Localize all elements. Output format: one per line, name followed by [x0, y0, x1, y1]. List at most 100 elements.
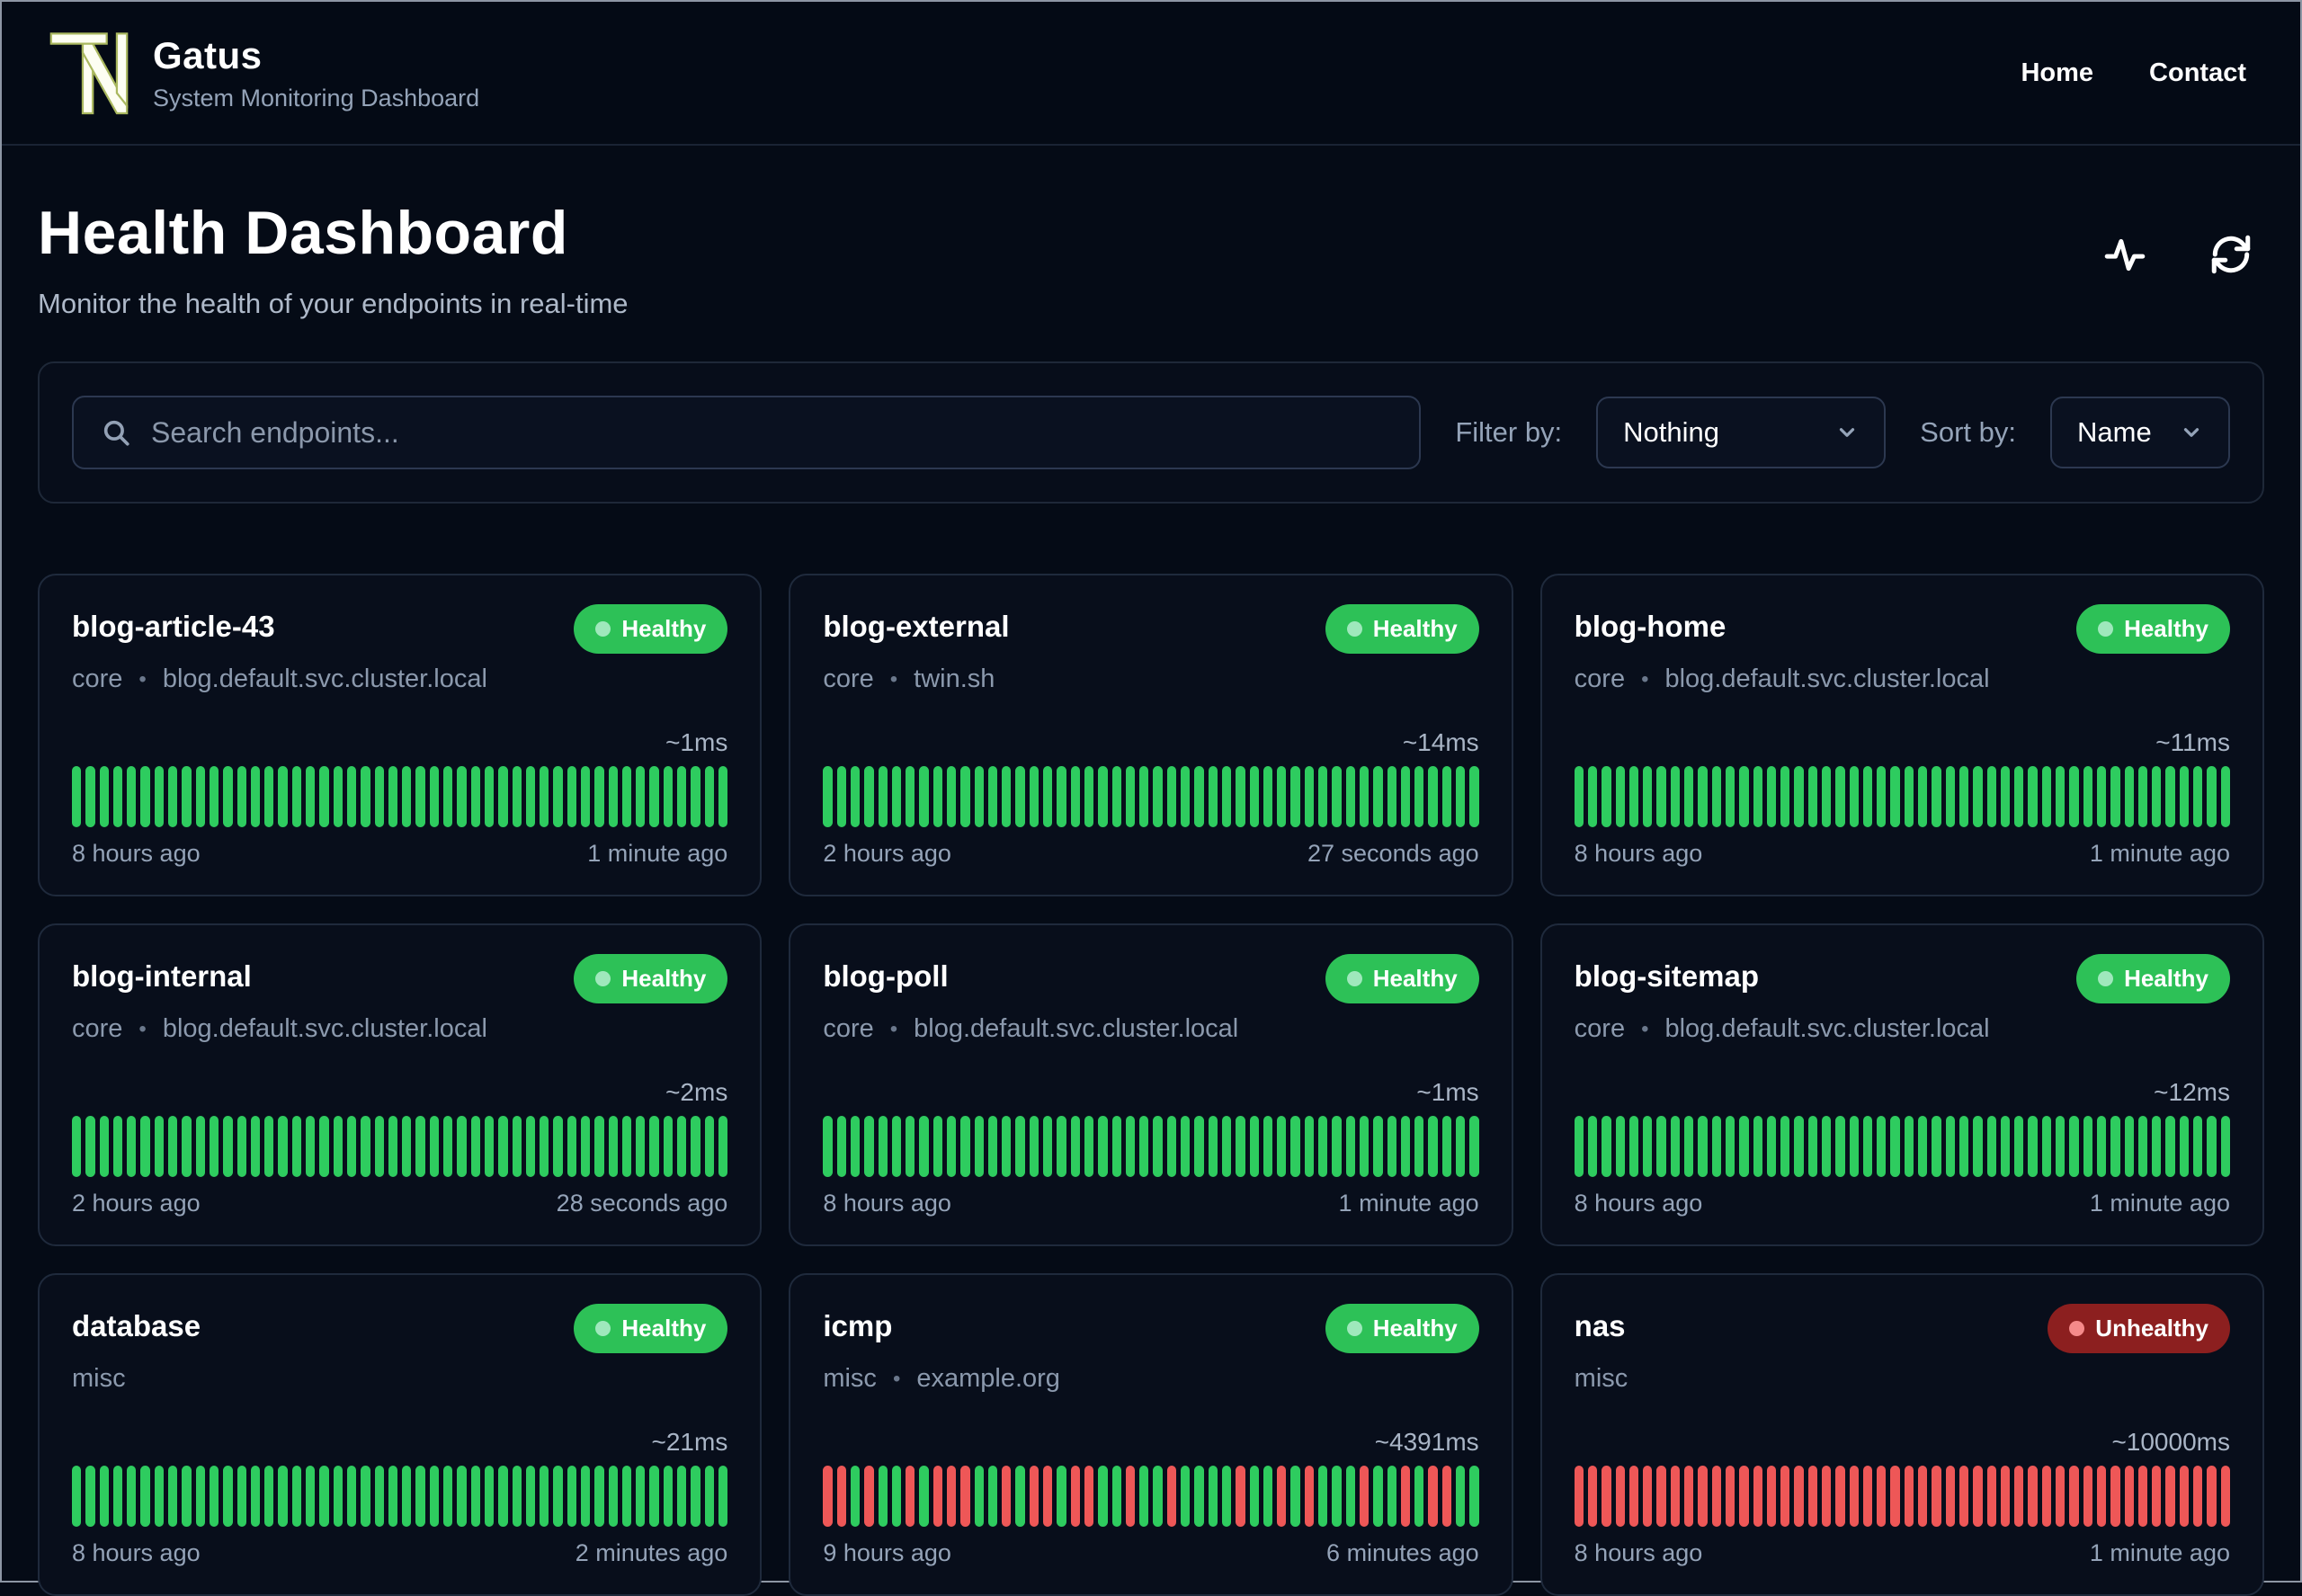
healthy-bar	[457, 1116, 467, 1177]
endpoint-card[interactable]: blog-external Healthy core • twin.sh ~14…	[789, 574, 1513, 896]
healthy-bar	[1125, 766, 1136, 827]
healthy-bar	[195, 1116, 205, 1177]
status-badge: Healthy	[1325, 604, 1479, 654]
healthy-bar	[484, 1116, 495, 1177]
healthy-bar	[1318, 1116, 1328, 1177]
endpoint-host: blog.default.svc.cluster.local	[914, 1014, 1239, 1043]
healthy-bar	[567, 1466, 576, 1527]
endpoint-group: core	[72, 664, 123, 693]
status-badge: Healthy	[2076, 954, 2230, 1003]
status-label: Healthy	[1372, 965, 1458, 992]
nav-link-home[interactable]: Home	[2021, 58, 2093, 88]
latency-value: ~11ms	[2155, 728, 2230, 756]
healthy-bar	[470, 1116, 480, 1177]
endpoint-card[interactable]: blog-home Healthy core • blog.default.sv…	[1539, 574, 2264, 896]
unhealthy-bar	[2124, 1466, 2134, 1527]
uptime-bars[interactable]	[823, 766, 1479, 827]
status-label: Unhealthy	[2095, 1315, 2208, 1342]
search-box[interactable]	[72, 396, 1422, 469]
healthy-bar	[1139, 766, 1149, 827]
healthy-bar	[278, 766, 288, 827]
healthy-bar	[1766, 766, 1777, 827]
healthy-bar	[415, 1116, 425, 1177]
endpoint-card[interactable]: nas Unhealthy misc • ~10000ms 8 hours ag…	[1539, 1273, 2264, 1596]
healthy-bar	[1139, 1466, 1149, 1527]
time-range: 2 hours ago 27 seconds ago	[823, 840, 1478, 868]
healthy-bar	[1070, 766, 1080, 827]
uptime-bars[interactable]	[72, 1466, 728, 1527]
uptime-bars[interactable]	[72, 1116, 728, 1177]
healthy-bar	[691, 1466, 700, 1527]
healthy-bar	[878, 766, 888, 827]
uptime-bars[interactable]	[1574, 1466, 2230, 1527]
sort-select[interactable]: Name	[2050, 397, 2230, 468]
endpoint-grid: blog-article-43 Healthy core • blog.defa…	[38, 574, 2264, 1596]
uptime-bars[interactable]	[1574, 1116, 2230, 1177]
endpoint-card[interactable]: blog-internal Healthy core • blog.defaul…	[38, 923, 763, 1246]
endpoint-card[interactable]: icmp Healthy misc • example.org ~4391ms …	[789, 1273, 1513, 1596]
time-newest: 1 minute ago	[2089, 1539, 2230, 1566]
healthy-bar	[346, 1466, 357, 1527]
endpoint-group: core	[1574, 664, 1626, 693]
healthy-bar	[1670, 766, 1681, 827]
time-newest: 6 minutes ago	[1326, 1539, 1479, 1566]
healthy-bar	[154, 1116, 165, 1177]
refresh-icon[interactable]	[2208, 232, 2253, 277]
healthy-bar	[1153, 1466, 1163, 1527]
brand[interactable]: Gatus System Monitoring Dashboard	[49, 27, 479, 119]
unhealthy-bar	[2000, 1466, 2011, 1527]
healthy-bar	[1111, 1466, 1121, 1527]
unhealthy-bar	[1043, 1466, 1053, 1527]
time-oldest: 2 hours ago	[823, 840, 951, 867]
time-oldest: 8 hours ago	[72, 1539, 201, 1566]
uptime-bars[interactable]	[823, 1466, 1479, 1527]
healthy-bar	[1263, 766, 1273, 827]
page-title: Health Dashboard	[38, 199, 568, 267]
latency-value: ~10000ms	[2111, 1428, 2230, 1456]
endpoint-name: blog-external	[823, 610, 1010, 643]
healthy-bar	[1221, 766, 1232, 827]
healthy-bar	[1932, 766, 1941, 827]
nav-link-contact[interactable]: Contact	[2149, 58, 2246, 88]
healthy-bar	[919, 1466, 929, 1527]
endpoint-name: nas	[1574, 1309, 1626, 1342]
healthy-bar	[1015, 1116, 1025, 1177]
healthy-bar	[1656, 766, 1666, 827]
healthy-bar	[580, 766, 591, 827]
healthy-bar	[1304, 1116, 1315, 1177]
endpoint-card[interactable]: database Healthy misc • ~21ms 8 hours ag…	[38, 1273, 763, 1596]
endpoint-card[interactable]: blog-sitemap Healthy core • blog.default…	[1539, 923, 2264, 1246]
healthy-bar	[1794, 766, 1804, 827]
healthy-bar	[264, 1466, 274, 1527]
healthy-bar	[1084, 766, 1094, 827]
filter-select[interactable]: Nothing	[1596, 397, 1887, 468]
main-content: Health Dashboard Monitor the health of y…	[2, 198, 2300, 1596]
unhealthy-bar	[2096, 1466, 2107, 1527]
healthy-bar	[718, 1116, 728, 1177]
healthy-bar	[1318, 1466, 1328, 1527]
uptime-bars[interactable]	[823, 1116, 1479, 1177]
time-oldest: 8 hours ago	[72, 840, 201, 867]
endpoint-card[interactable]: blog-poll Healthy core • blog.default.sv…	[789, 923, 1513, 1246]
time-range: 8 hours ago 2 minutes ago	[72, 1539, 727, 1567]
healthy-bar	[906, 766, 915, 827]
search-input[interactable]	[151, 415, 1393, 450]
healthy-bar	[223, 766, 233, 827]
healthy-bar	[388, 1466, 398, 1527]
unhealthy-bar	[960, 1466, 970, 1527]
healthy-bar	[182, 766, 192, 827]
uptime-bars[interactable]	[1574, 766, 2230, 827]
uptime-bars[interactable]	[72, 766, 728, 827]
healthy-bar	[2028, 766, 2038, 827]
healthy-bar	[525, 766, 536, 827]
endpoint-card[interactable]: blog-article-43 Healthy core • blog.defa…	[38, 574, 763, 896]
healthy-bar	[250, 1116, 261, 1177]
activity-icon[interactable]	[2102, 232, 2147, 277]
healthy-bar	[891, 1116, 902, 1177]
time-newest: 1 minute ago	[587, 840, 728, 867]
healthy-bar	[567, 766, 576, 827]
healthy-bar	[1345, 1116, 1355, 1177]
dot-separator: •	[1641, 666, 1649, 691]
healthy-bar	[429, 1116, 440, 1177]
status-dot-icon	[1346, 621, 1362, 637]
